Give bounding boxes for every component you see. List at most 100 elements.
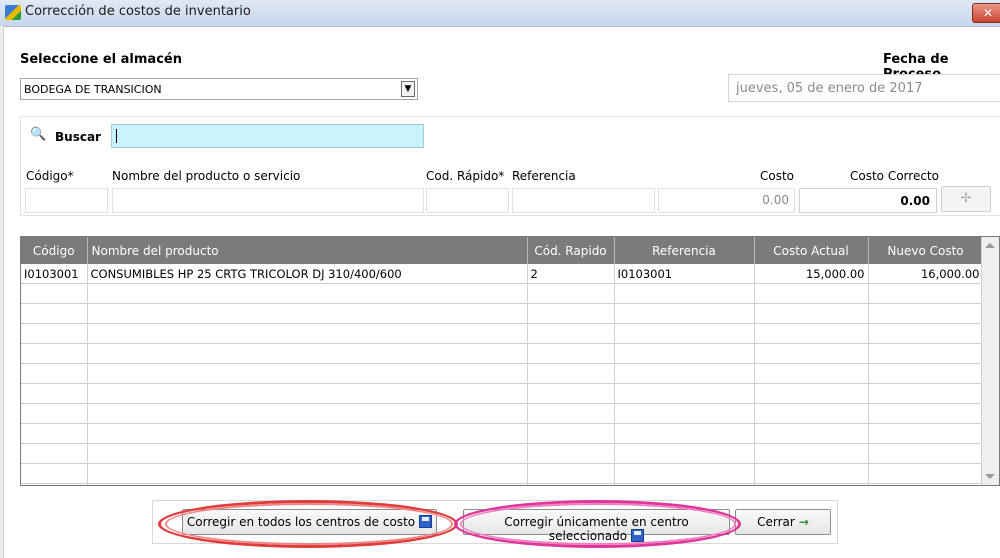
empty-cell[interactable] [87, 303, 528, 324]
empty-cell[interactable] [754, 443, 869, 464]
column-header-nuevo-costo[interactable]: Nuevo Costo [868, 237, 984, 264]
empty-cell[interactable] [614, 383, 755, 404]
close-button[interactable]: Cerrar → [735, 509, 831, 535]
empty-cell[interactable] [527, 483, 615, 485]
empty-cell[interactable] [868, 323, 984, 344]
empty-cell[interactable] [87, 283, 528, 304]
empty-table-row[interactable] [21, 483, 984, 485]
empty-table-row[interactable] [21, 423, 984, 444]
column-header-cod-rapido[interactable]: Cód. Rapido [527, 237, 615, 264]
process-date-field[interactable]: jueves, 05 de enero de 2017 [728, 74, 1000, 102]
dropdown-arrow-icon[interactable]: ▼ [401, 81, 415, 97]
cell-costo-actual[interactable]: 15,000.00 [754, 264, 869, 284]
empty-cell[interactable] [868, 363, 984, 384]
empty-cell[interactable] [527, 343, 615, 364]
empty-cell[interactable] [527, 403, 615, 424]
empty-cell[interactable] [614, 403, 755, 424]
grid-vertical-scrollbar[interactable] [981, 237, 999, 485]
empty-cell[interactable] [527, 303, 615, 324]
empty-cell[interactable] [754, 323, 869, 344]
table-row[interactable]: I0103001 CONSUMIBLES HP 25 CRTG TRICOLOR… [21, 264, 984, 284]
empty-cell[interactable] [527, 283, 615, 304]
empty-cell[interactable] [21, 383, 88, 404]
empty-cell[interactable] [614, 463, 755, 484]
costo-correcto-field[interactable]: 0.00 [799, 188, 937, 213]
empty-cell[interactable] [868, 383, 984, 404]
empty-table-row[interactable] [21, 303, 984, 324]
nombre-field[interactable] [112, 188, 424, 213]
empty-cell[interactable] [527, 323, 615, 344]
empty-cell[interactable] [868, 463, 984, 484]
empty-table-row[interactable] [21, 463, 984, 484]
empty-cell[interactable] [868, 423, 984, 444]
cell-codigo[interactable]: I0103001 [21, 264, 88, 284]
empty-table-row[interactable] [21, 403, 984, 424]
cell-cod-rapido[interactable]: 2 [527, 264, 615, 284]
empty-cell[interactable] [527, 463, 615, 484]
warehouse-select[interactable]: BODEGA DE TRANSICION ▼ [20, 78, 418, 100]
empty-cell[interactable] [527, 363, 615, 384]
empty-cell[interactable] [87, 403, 528, 424]
empty-cell[interactable] [614, 423, 755, 444]
empty-cell[interactable] [868, 283, 984, 304]
empty-table-row[interactable] [21, 383, 984, 404]
empty-cell[interactable] [21, 323, 88, 344]
empty-cell[interactable] [754, 403, 869, 424]
empty-cell[interactable] [21, 403, 88, 424]
empty-cell[interactable] [527, 443, 615, 464]
empty-cell[interactable] [527, 383, 615, 404]
column-header-codigo[interactable]: Código [21, 237, 88, 264]
empty-cell[interactable] [868, 483, 984, 485]
empty-cell[interactable] [754, 303, 869, 324]
empty-cell[interactable] [21, 443, 88, 464]
empty-cell[interactable] [614, 323, 755, 344]
empty-cell[interactable] [527, 423, 615, 444]
empty-cell[interactable] [21, 283, 88, 304]
empty-cell[interactable] [21, 423, 88, 444]
empty-cell[interactable] [21, 463, 88, 484]
cell-nombre[interactable]: CONSUMIBLES HP 25 CRTG TRICOLOR DJ 310/4… [87, 264, 528, 284]
close-window-button[interactable]: ✕ [972, 3, 1000, 23]
empty-cell[interactable] [868, 443, 984, 464]
empty-table-row[interactable] [21, 443, 984, 464]
empty-cell[interactable] [754, 483, 869, 485]
empty-cell[interactable] [87, 343, 528, 364]
empty-cell[interactable] [868, 303, 984, 324]
scroll-up-icon[interactable] [985, 243, 995, 248]
empty-cell[interactable] [754, 463, 869, 484]
empty-cell[interactable] [614, 303, 755, 324]
empty-cell[interactable] [754, 363, 869, 384]
empty-cell[interactable] [614, 443, 755, 464]
empty-cell[interactable] [21, 483, 88, 485]
correct-selected-cost-center-button[interactable]: Corregir únicamente en centro selecciona… [463, 509, 730, 543]
empty-table-row[interactable] [21, 323, 984, 344]
empty-cell[interactable] [614, 343, 755, 364]
empty-table-row[interactable] [21, 363, 984, 384]
empty-cell[interactable] [754, 383, 869, 404]
empty-cell[interactable] [21, 303, 88, 324]
column-header-referencia[interactable]: Referencia [614, 237, 755, 264]
empty-cell[interactable] [614, 283, 755, 304]
cod-rapido-field[interactable] [426, 188, 509, 213]
empty-cell[interactable] [87, 383, 528, 404]
empty-cell[interactable] [868, 403, 984, 424]
empty-table-row[interactable] [21, 343, 984, 364]
cell-nuevo-costo[interactable]: 16,000.00 [868, 264, 984, 284]
empty-cell[interactable] [614, 363, 755, 384]
empty-cell[interactable] [87, 483, 528, 485]
empty-cell[interactable] [87, 443, 528, 464]
empty-table-row[interactable] [21, 283, 984, 304]
empty-cell[interactable] [87, 423, 528, 444]
codigo-field[interactable] [25, 188, 108, 213]
empty-cell[interactable] [868, 343, 984, 364]
empty-cell[interactable] [614, 483, 755, 485]
scroll-down-icon[interactable] [985, 474, 995, 479]
empty-cell[interactable] [754, 283, 869, 304]
correct-all-cost-centers-button[interactable]: Corregir en todos los centros de costo [182, 509, 437, 535]
column-header-nombre[interactable]: Nombre del producto [87, 237, 528, 264]
empty-cell[interactable] [21, 343, 88, 364]
empty-cell[interactable] [87, 463, 528, 484]
empty-cell[interactable] [754, 343, 869, 364]
empty-cell[interactable] [21, 363, 88, 384]
add-item-button[interactable]: ✢ [941, 186, 991, 212]
